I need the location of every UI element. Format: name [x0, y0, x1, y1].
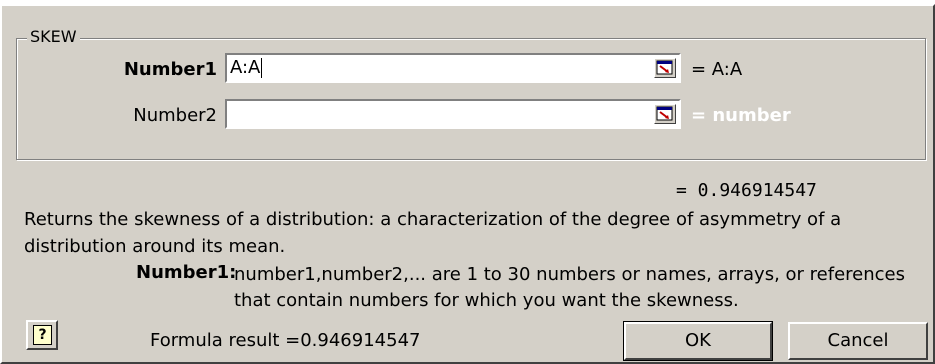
- number2-input[interactable]: [225, 99, 681, 129]
- help-button[interactable]: ?: [26, 320, 58, 350]
- argument-help-text: number1,number2,... are 1 to 30 numbers …: [234, 264, 905, 311]
- number1-label: Number1: [123, 59, 217, 80]
- formula-result: Formula result =0.946914547: [150, 330, 421, 351]
- number2-collapse-button[interactable]: [654, 104, 676, 124]
- text-caret: [261, 58, 263, 78]
- collapse-dialog-icon: [656, 106, 673, 121]
- function-name: SKEW: [27, 27, 80, 46]
- ok-button[interactable]: OK: [623, 321, 773, 361]
- number1-input[interactable]: A:A: [225, 53, 681, 83]
- function-description: Returns the skewness of a distribution: …: [24, 209, 842, 257]
- cancel-button[interactable]: Cancel: [788, 322, 928, 360]
- collapse-dialog-icon: [656, 60, 673, 75]
- number1-collapse-button[interactable]: [654, 58, 676, 78]
- function-group: SKEW Number1 A:A = A:A Number2 = number: [16, 27, 926, 160]
- number2-label: Number2: [133, 105, 217, 126]
- number1-result: = A:A: [691, 59, 743, 80]
- function-arguments-dialog: SKEW Number1 A:A = A:A Number2 = number …: [0, 4, 935, 364]
- number2-result: = number: [691, 105, 791, 126]
- result-value: = 0.946914547: [676, 180, 817, 201]
- help-icon: ?: [33, 325, 52, 345]
- number1-value: A:A: [230, 57, 261, 78]
- argument-help-name: Number1:: [136, 262, 237, 283]
